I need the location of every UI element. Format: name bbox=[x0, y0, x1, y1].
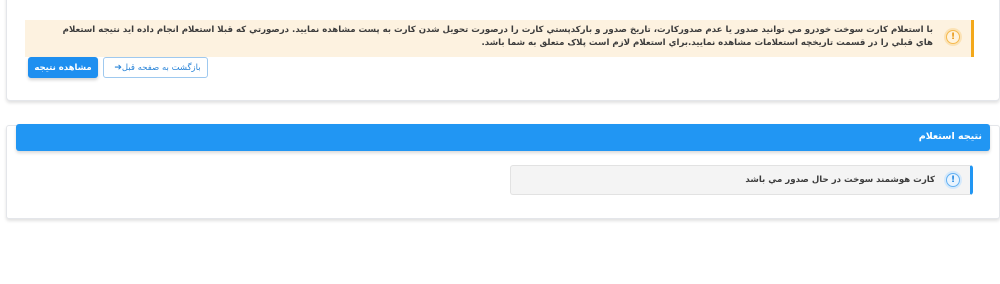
notice-text: با استعلام کارت سوخت خودرو مي توانيد صدو… bbox=[62, 25, 933, 48]
back-button[interactable]: بازگشت به صفحه قبل ➔ bbox=[103, 57, 208, 78]
exclamation-icon: ! bbox=[944, 171, 962, 189]
view-result-button[interactable]: مشاهده نتیجه bbox=[28, 57, 98, 78]
info-notice: ! با استعلام کارت سوخت خودرو مي توانيد ص… bbox=[25, 20, 974, 57]
view-result-button-label: مشاهده نتیجه bbox=[34, 62, 92, 73]
page: ! با استعلام کارت سوخت خودرو مي توانيد ص… bbox=[0, 0, 1000, 284]
arrow-right-icon: ➔ bbox=[114, 62, 122, 73]
result-header: نتیجه استعلام bbox=[16, 124, 990, 151]
result-message-text: کارت هوشمند سوخت در حال صدور مي باشد bbox=[745, 175, 935, 185]
result-title: نتیجه استعلام bbox=[918, 131, 982, 142]
exclamation-icon: ! bbox=[944, 28, 962, 46]
result-message: ! کارت هوشمند سوخت در حال صدور مي باشد bbox=[510, 165, 973, 195]
back-button-label: بازگشت به صفحه قبل bbox=[121, 62, 201, 73]
